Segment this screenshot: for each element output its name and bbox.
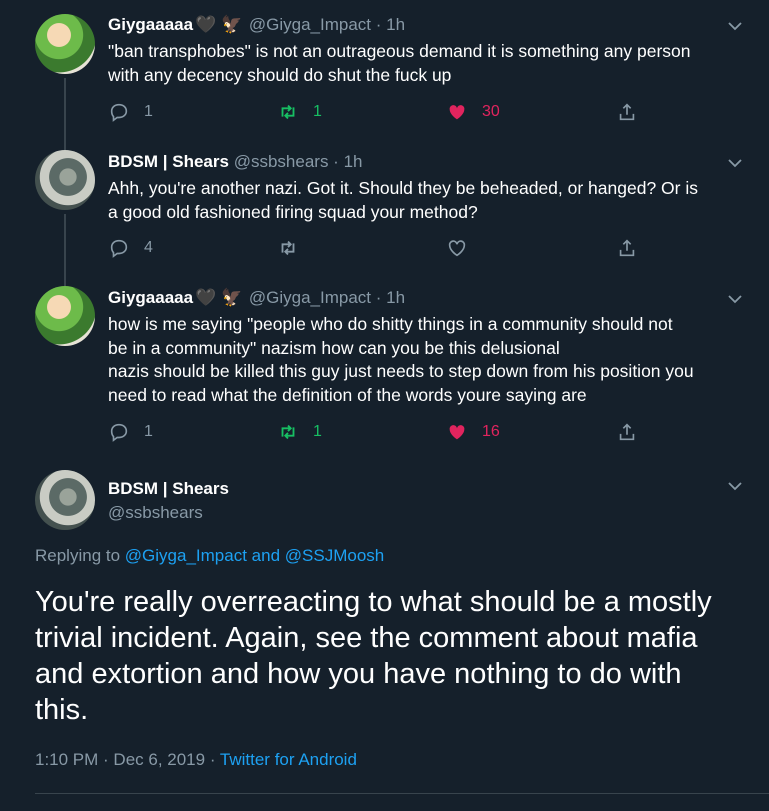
- tweet-actions: 1 1 16: [108, 421, 648, 445]
- display-name[interactable]: BDSM | Shears: [108, 479, 229, 499]
- tweet-text: how is me saying "people who do shitty t…: [108, 313, 748, 407]
- like-count: 30: [482, 103, 500, 120]
- handle[interactable]: @ssbshears: [108, 503, 203, 523]
- tweet-line: nazis should be killed this guy just nee…: [108, 361, 694, 382]
- like-button[interactable]: 30: [446, 101, 500, 123]
- tweet-text: "ban transphobes" is not an outrageous d…: [108, 40, 748, 87]
- retweet-icon: [281, 104, 295, 120]
- reply-count: 1: [144, 103, 153, 120]
- retweet-button[interactable]: [277, 237, 299, 259]
- chevron-down-icon[interactable]: [727, 291, 743, 307]
- timestamp[interactable]: 1:10 PM · Dec 6, 2019 ·: [35, 750, 215, 769]
- client-link[interactable]: Twitter for Android: [220, 750, 357, 769]
- tweet-actions: 4: [108, 237, 648, 261]
- reply-icon: [110, 239, 128, 258]
- reply-count: 1: [144, 423, 153, 440]
- retweet-button[interactable]: 1: [277, 101, 322, 123]
- name-emoji: 🖤 🦅: [195, 288, 243, 307]
- avatar[interactable]: [35, 14, 95, 74]
- tweet-actions: 1 1 30: [108, 101, 648, 125]
- like-count: 16: [482, 423, 500, 440]
- tweet-line: be in a community" nazism how can you be…: [108, 337, 560, 358]
- mention-and[interactable]: and: [252, 546, 280, 565]
- replying-to: Replying to @Giyga_Impact and @SSJMoosh: [35, 546, 384, 566]
- retweet-button[interactable]: 1: [277, 421, 322, 443]
- tweet-header: Giygaaaaa 🖤 🦅 @Giyga_Impact · 1h: [108, 288, 406, 307]
- retweet-count: 1: [313, 423, 322, 440]
- tweet[interactable]: Giygaaaaa 🖤 🦅 @Giyga_Impact · 1h "ban tra…: [0, 0, 769, 140]
- chevron-down-icon[interactable]: [727, 478, 743, 494]
- tweet-line: with any decency should do shut the fuck…: [108, 64, 452, 85]
- reply-icon: [110, 423, 128, 442]
- main-tweet: BDSM | Shears @ssbshears Replying to @Gi…: [0, 460, 769, 811]
- handle[interactable]: @Giyga_Impact: [249, 288, 371, 307]
- retweet-icon: [281, 424, 295, 440]
- tweet-meta: 1:10 PM · Dec 6, 2019 · Twitter for Andr…: [35, 750, 357, 770]
- share-button[interactable]: [616, 421, 638, 443]
- avatar[interactable]: [35, 150, 95, 210]
- retweet-icon: [281, 240, 295, 256]
- like-icon: [448, 240, 466, 257]
- tweet-header: Giygaaaaa 🖤 🦅 @Giyga_Impact · 1h: [108, 15, 406, 34]
- tweet-line: You're really overreacting to what shoul…: [35, 586, 712, 618]
- avatar[interactable]: [35, 286, 95, 346]
- share-icon: [619, 423, 635, 441]
- replying-prefix: Replying to: [35, 546, 121, 565]
- mention-link[interactable]: @Giyga_Impact: [125, 546, 247, 565]
- share-icon: [619, 239, 635, 257]
- share-icon: [619, 103, 635, 121]
- reply-count: 4: [144, 239, 153, 256]
- tweet-line: and extortion and how you have nothing t…: [35, 658, 682, 690]
- share-button[interactable]: [616, 237, 638, 259]
- reply-button[interactable]: 1: [108, 101, 153, 123]
- display-name[interactable]: BDSM | Shears: [108, 152, 229, 171]
- handle[interactable]: @Giyga_Impact: [249, 15, 371, 34]
- tweet-line: this.: [35, 694, 89, 726]
- chevron-down-icon[interactable]: [727, 155, 743, 171]
- handle[interactable]: @ssbshears: [234, 152, 329, 171]
- time[interactable]: 1h: [386, 288, 405, 307]
- tweet-line: a good old fashioned firing squad your m…: [108, 201, 478, 222]
- time[interactable]: 1h: [344, 152, 363, 171]
- tweet-line: trivial incident. Again, see the comment…: [35, 622, 698, 654]
- main-tweet-text: You're really overreacting to what shoul…: [35, 584, 735, 728]
- mention-link[interactable]: @SSJMoosh: [285, 546, 384, 565]
- share-button[interactable]: [616, 101, 638, 123]
- tweet-line: "ban transphobes" is not an outrageous d…: [108, 41, 691, 61]
- display-name[interactable]: Giygaaaaa: [108, 15, 193, 34]
- like-button[interactable]: [446, 237, 468, 259]
- name-emoji: 🖤 🦅: [195, 15, 243, 34]
- avatar[interactable]: [35, 470, 95, 530]
- display-name[interactable]: Giygaaaaa: [108, 288, 193, 307]
- tweet[interactable]: BDSM | Shears @ssbshears · 1h Ahh, you'r…: [0, 137, 769, 277]
- tweet-line: need to read what the definition of the …: [108, 384, 587, 405]
- chevron-down-icon[interactable]: [727, 18, 743, 34]
- time[interactable]: 1h: [386, 15, 405, 34]
- tweet-line: how is me saying "people who do shitty t…: [108, 314, 673, 334]
- reply-button[interactable]: 4: [108, 237, 153, 259]
- reply-icon: [110, 103, 128, 122]
- tweet[interactable]: Giygaaaaa 🖤 🦅 @Giyga_Impact · 1h how is m…: [0, 273, 769, 463]
- divider: [35, 793, 769, 794]
- like-icon: [449, 105, 465, 120]
- tweet-header: BDSM | Shears @ssbshears · 1h: [108, 152, 363, 171]
- tweet-line: Ahh, you're another nazi. Got it. Should…: [108, 178, 698, 198]
- like-button[interactable]: 16: [446, 421, 500, 443]
- reply-button[interactable]: 1: [108, 421, 153, 443]
- retweet-count: 1: [313, 103, 322, 120]
- like-icon: [449, 425, 465, 440]
- tweet-text: Ahh, you're another nazi. Got it. Should…: [108, 177, 748, 224]
